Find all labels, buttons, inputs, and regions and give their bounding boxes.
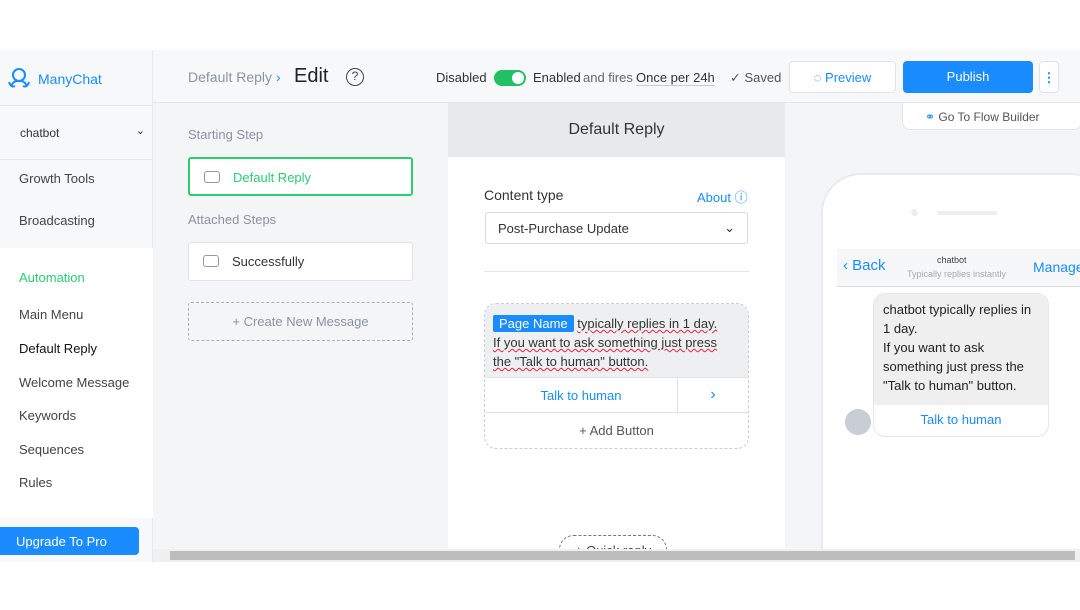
sidebar-item-growth-tools[interactable]: Growth Tools [19, 171, 95, 186]
saved-status: ✓ Saved [730, 70, 782, 85]
reply-status: Typically replies instantly [907, 269, 1007, 279]
editor-panel: Default Reply Content type About ⓘ Post-… [448, 103, 785, 562]
upgrade-button[interactable]: Upgrade To Pro [0, 527, 139, 555]
horizontal-scrollbar[interactable] [153, 549, 1080, 562]
logo[interactable]: ManyChat [6, 66, 102, 92]
flow-icon: ⚭ [925, 110, 939, 124]
frequency-select[interactable]: Once per 24h [636, 70, 715, 86]
manage-link[interactable]: Manage [1033, 259, 1080, 275]
back-label: Back [852, 257, 886, 274]
app: ManyChat chatbot ⌄ Growth Tools Broadcast… [0, 50, 1080, 562]
sidebar-item-automation[interactable]: Automation [19, 270, 85, 285]
step-name: Successfully [232, 254, 305, 269]
attached-steps-label: Attached Steps [188, 212, 277, 227]
brand-name: ManyChat [38, 71, 102, 87]
sidebar-item-rules[interactable]: Rules [19, 475, 52, 490]
fires-label: and fires [583, 70, 633, 85]
chevron-right-icon[interactable]: › [678, 378, 748, 412]
bot-selector[interactable]: chatbot ⌄ [0, 105, 153, 160]
preview-message: chatbot typically replies in 1 day. If y… [873, 293, 1049, 437]
starting-step-label: Starting Step [188, 127, 264, 142]
preview-message-text: chatbot typically replies in 1 day. If y… [874, 294, 1048, 405]
more-options-button[interactable]: ⋮ [1039, 61, 1059, 93]
chevron-down-icon: ⌄ [135, 125, 145, 137]
preview-panel: ⚭ Go To Flow Builder ‹ Back chatbot Typi… [785, 103, 1080, 562]
steps-panel: Starting Step Default Reply Attached Ste… [153, 103, 448, 562]
message-icon [204, 171, 220, 183]
sidebar-item-welcome-message[interactable]: Welcome Message [19, 375, 129, 390]
phone-preview: ‹ Back chatbot Typically replies instant… [821, 173, 1080, 562]
message-line: typically replies in 1 day. [577, 316, 718, 331]
help-icon[interactable]: ? [346, 68, 364, 86]
button-label[interactable]: Talk to human [485, 378, 678, 412]
help-icon: ⓘ [734, 190, 748, 205]
publish-button[interactable]: Publish [903, 61, 1033, 93]
preview-label: Preview [825, 70, 872, 85]
sidebar-item-main-menu[interactable]: Main Menu [19, 307, 83, 322]
header: Default Reply › Edit ? Disabled Enabled … [153, 50, 1080, 103]
disabled-label: Disabled [436, 70, 487, 85]
breadcrumb-link[interactable]: Default Reply [188, 69, 272, 85]
content-type-select[interactable]: Post-Purchase Update ⌄ [485, 212, 748, 244]
about-label: About [697, 190, 731, 205]
breadcrumb[interactable]: Default Reply › [188, 69, 281, 85]
automation-group: Automation Main Menu Default Reply Welco… [0, 248, 153, 518]
sidebar: ManyChat chatbot ⌄ Growth Tools Broadcast… [0, 50, 153, 562]
messenger-icon: ◌ [813, 70, 826, 85]
page-title: Edit [294, 65, 329, 87]
message-icon [203, 255, 219, 267]
go-to-flow-builder-button[interactable]: ⚭ Go To Flow Builder [902, 103, 1080, 130]
page-name-tag[interactable]: Page Name [493, 315, 574, 332]
bot-name: chatbot [937, 255, 967, 265]
back-button[interactable]: ‹ Back [843, 257, 886, 274]
sidebar-item-default-reply[interactable]: Default Reply [19, 341, 97, 356]
sidebar-item-keywords[interactable]: Keywords [19, 408, 76, 423]
editor-title: Default Reply [448, 103, 785, 157]
sidebar-item-broadcasting[interactable]: Broadcasting [19, 213, 95, 228]
enabled-label: Enabled [533, 70, 581, 85]
content-type-value: Post-Purchase Update [498, 221, 629, 236]
camera-icon [911, 209, 918, 216]
speaker-icon [937, 211, 997, 215]
message-text[interactable]: Page Name typically replies in 1 day. If… [485, 304, 748, 377]
avatar [845, 409, 871, 435]
add-button[interactable]: + Add Button [485, 413, 748, 438]
scrollbar-thumb[interactable] [170, 551, 1075, 560]
message-block: Page Name typically replies in 1 day. If… [484, 303, 749, 449]
content-type-label: Content type [484, 187, 564, 203]
sidebar-item-sequences[interactable]: Sequences [19, 442, 84, 457]
create-new-message-button[interactable]: + Create New Message [188, 302, 413, 341]
about-link[interactable]: About ⓘ [697, 187, 748, 206]
chevron-right-icon: › [275, 69, 281, 85]
manychat-logo-icon [8, 68, 30, 88]
chevron-down-icon: ⌄ [724, 220, 735, 235]
messenger-header: ‹ Back chatbot Typically replies instant… [837, 249, 1080, 287]
flow-builder-label: Go To Flow Builder [938, 110, 1040, 124]
divider [484, 271, 749, 272]
bot-name: chatbot [20, 126, 60, 140]
step-name: Default Reply [233, 170, 312, 185]
message-line: If you want to ask something just press [493, 335, 717, 350]
preview-button[interactable]: ◌ Preview [789, 61, 896, 93]
enabled-toggle[interactable] [494, 70, 526, 86]
attached-step-card[interactable]: Successfully [188, 242, 413, 281]
talk-to-human-button[interactable]: Talk to human › [485, 377, 748, 413]
preview-talk-to-human-button[interactable]: Talk to human [874, 405, 1048, 427]
starting-step-card[interactable]: Default Reply [188, 157, 413, 196]
message-line: the "Talk to human" button. [493, 354, 649, 369]
